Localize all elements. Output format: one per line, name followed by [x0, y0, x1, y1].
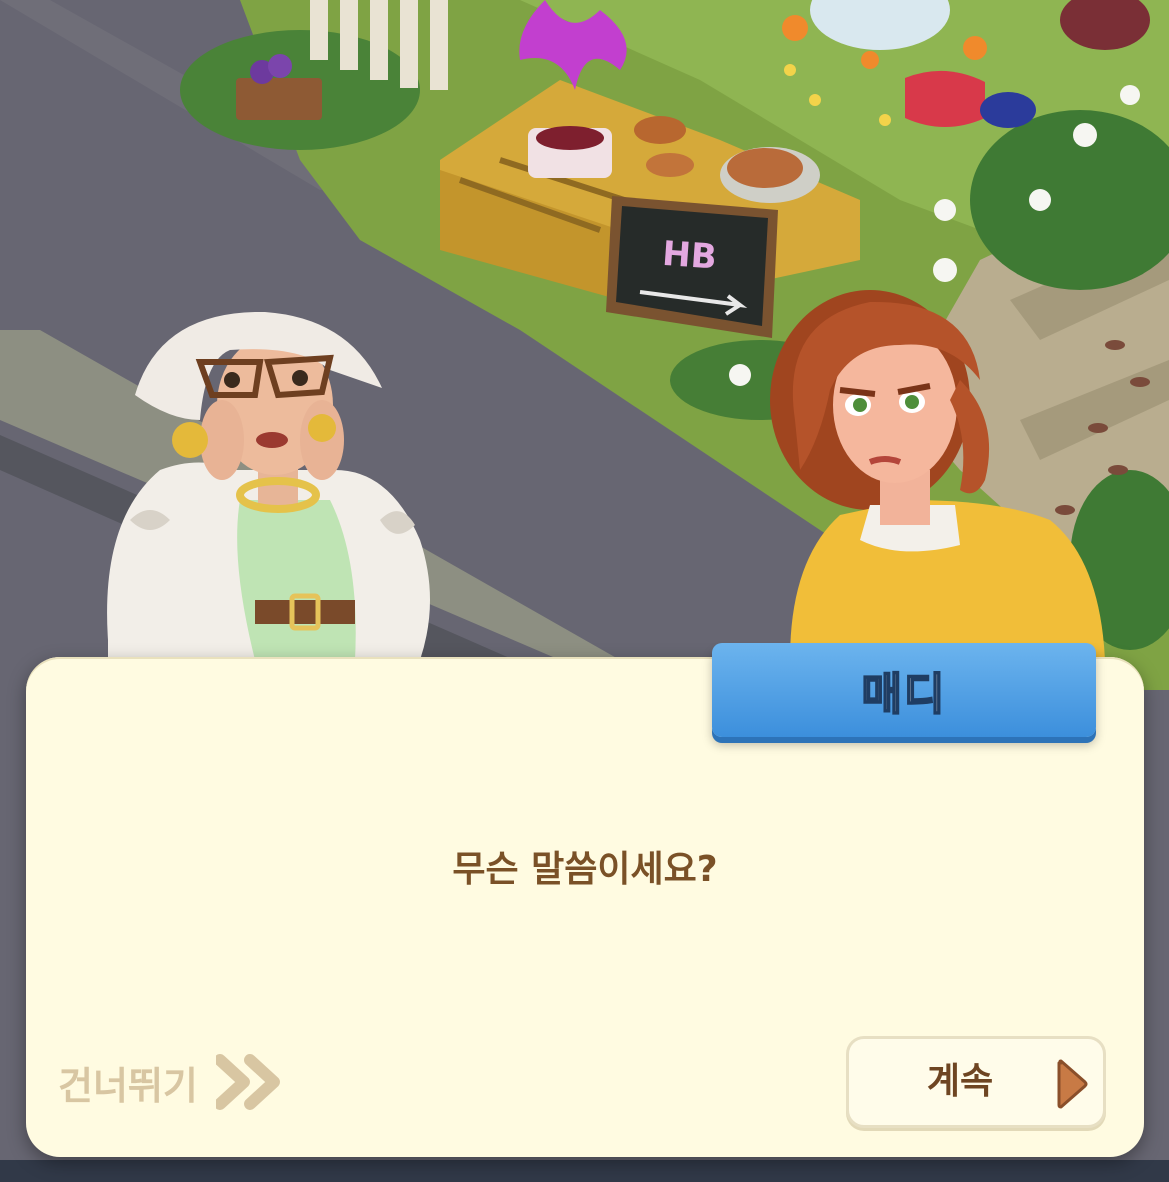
- skip-label: 건너뛰기: [58, 1063, 198, 1108]
- skip-button[interactable]: 건너뛰기: [58, 1052, 282, 1112]
- speaker-nameplate: 매디: [712, 643, 1096, 737]
- speaker-name: 매디: [861, 668, 947, 721]
- continue-button[interactable]: 계속: [846, 1036, 1106, 1128]
- continue-label: 계속: [926, 1061, 994, 1102]
- chalkboard-sign-text: HB: [661, 234, 718, 278]
- double-chevron-right-icon: [215, 1054, 280, 1110]
- play-arrow-icon: [1057, 1059, 1088, 1109]
- dialog-line: 무슨 말씀이세요?: [452, 849, 718, 890]
